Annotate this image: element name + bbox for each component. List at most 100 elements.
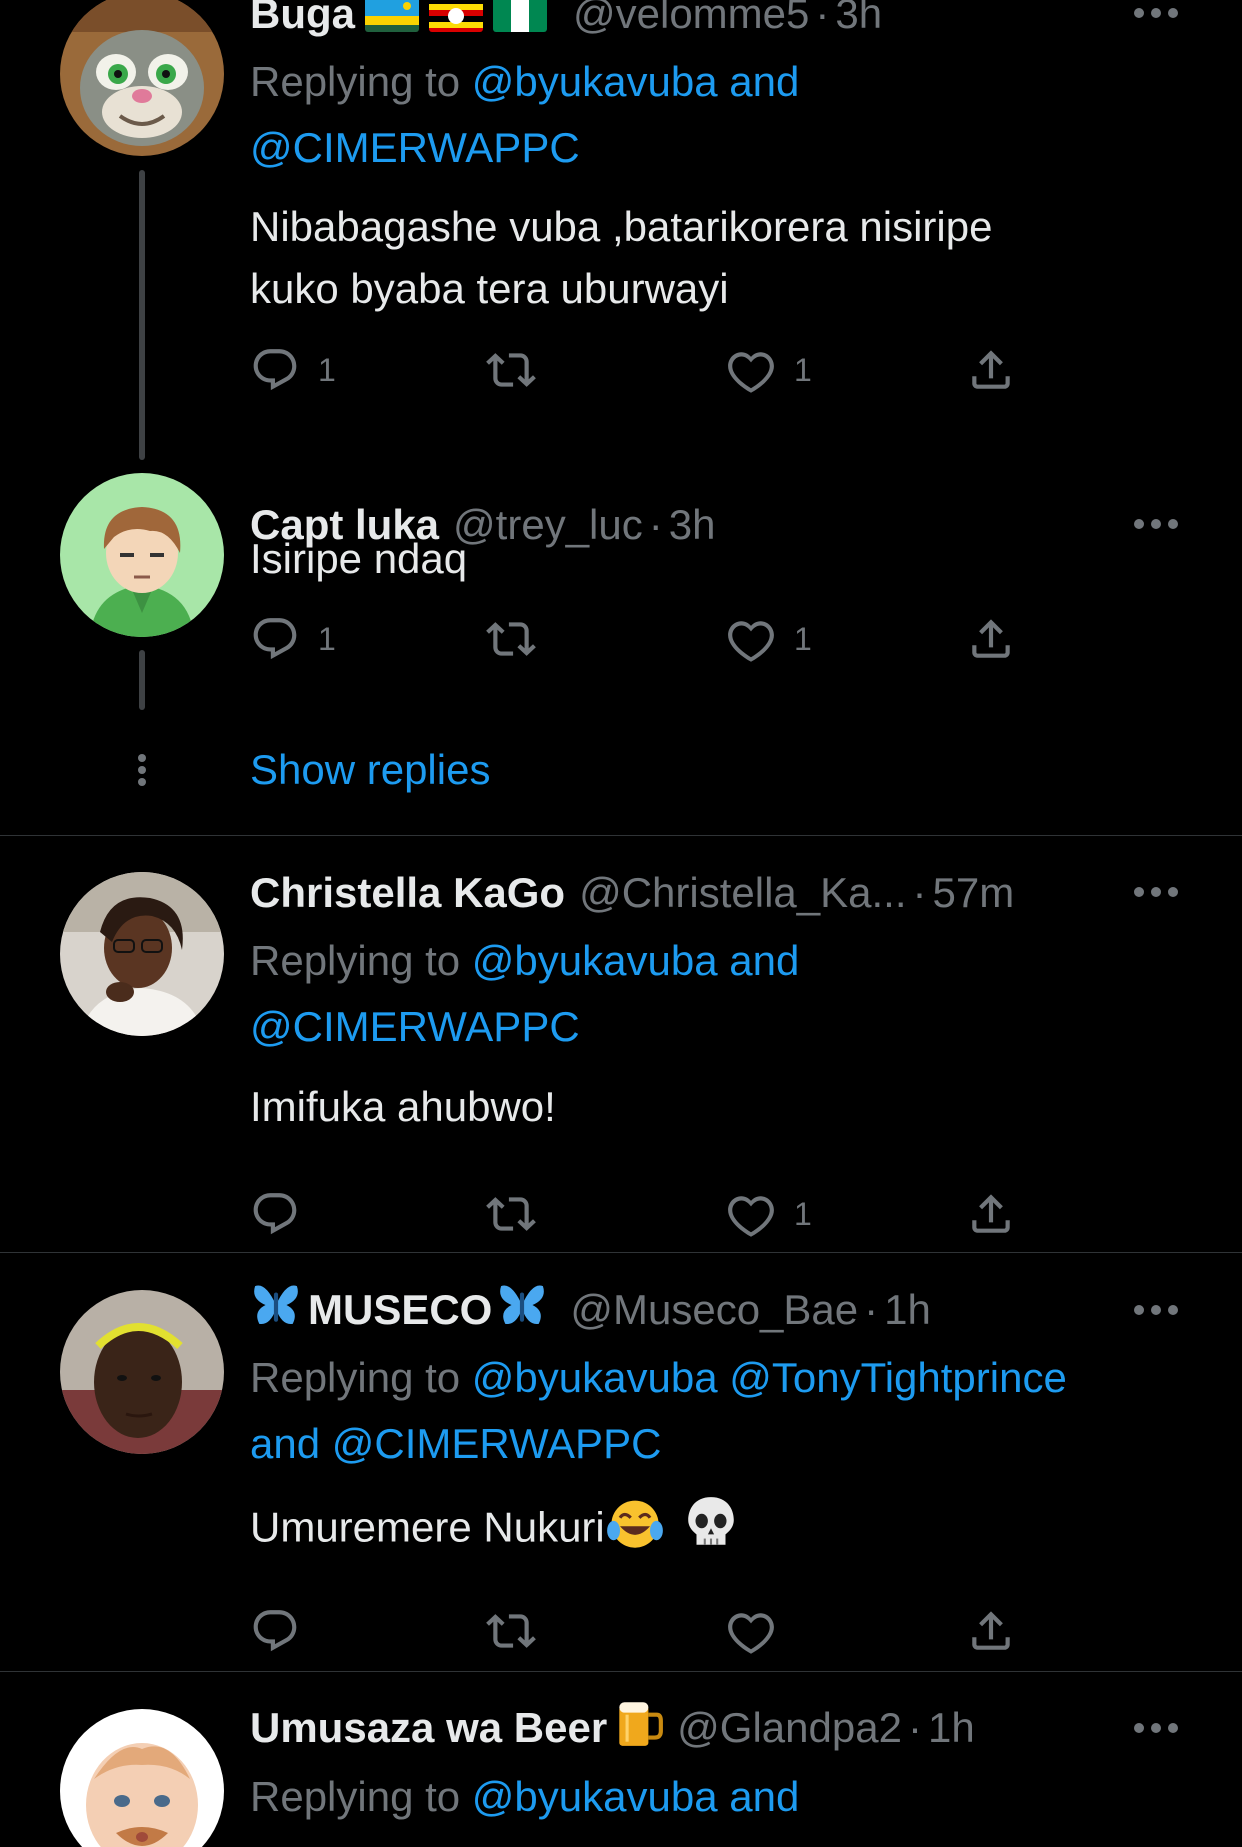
share-button[interactable] <box>966 611 1016 667</box>
avatar[interactable] <box>60 872 224 1036</box>
reply-button[interactable] <box>250 1603 300 1659</box>
display-name[interactable]: Buga <box>250 0 355 38</box>
reply-icon <box>250 345 300 395</box>
woman-photo-avatar-icon <box>60 872 224 1036</box>
thread-line <box>139 650 145 710</box>
talking-tom-avatar-icon <box>60 0 224 156</box>
avatar[interactable] <box>60 0 224 156</box>
user-handle[interactable]: @Christella_Ka... <box>579 869 906 917</box>
tweet-text: Nibabagashe vuba ,batarikorera nisiripe … <box>250 196 1150 320</box>
heart-icon <box>726 1189 776 1239</box>
dot-separator: · <box>907 1704 922 1751</box>
uganda-flag-icon <box>429 0 483 32</box>
avatar[interactable] <box>60 1290 224 1454</box>
reply-count: 1 <box>318 620 336 657</box>
timestamp[interactable]: 3h <box>835 0 882 38</box>
show-replies-link[interactable]: Show replies <box>250 742 490 798</box>
retweet-button[interactable] <box>486 611 536 667</box>
baby-avatar-icon <box>60 1709 224 1847</box>
retweet-button[interactable] <box>486 342 536 398</box>
display-name[interactable]: Christella KaGo <box>250 869 565 917</box>
retweet-button[interactable] <box>486 1186 536 1242</box>
skull-emoji-icon <box>684 1493 738 1568</box>
like-count: 1 <box>794 620 812 657</box>
dot-separator: · <box>912 869 927 916</box>
tweet-header: Christella KaGo @Christella_Ka... · 57m <box>250 863 1014 923</box>
tweet-capt-luka[interactable]: Capt luka @trey_luc · 3h Isiripe ndaq 1 … <box>0 470 1242 840</box>
more-options-icon[interactable] <box>1134 8 1178 20</box>
more-options-icon[interactable] <box>1134 1305 1178 1317</box>
replying-link[interactable]: @byukavuba and <box>472 58 800 105</box>
avatar[interactable] <box>60 1709 224 1847</box>
like-count: 1 <box>794 351 812 388</box>
share-icon <box>966 345 1016 395</box>
user-handle[interactable]: @Glandpa2 <box>677 1704 902 1752</box>
timestamp[interactable]: 1h <box>884 1286 931 1334</box>
replying-link[interactable]: @CIMERWAPPC <box>250 1003 580 1050</box>
rwanda-flag-icon <box>365 0 419 32</box>
tweet-umusaza[interactable]: Umusaza wa Beer @Glandpa2 · 1h Replying … <box>0 1672 1242 1847</box>
retweet-icon <box>486 1606 536 1656</box>
thread-line <box>139 170 145 460</box>
reply-button[interactable] <box>250 1186 300 1242</box>
reply-icon <box>250 614 300 664</box>
tweet-actions: 1 1 <box>250 342 1030 398</box>
like-button[interactable]: 1 <box>726 1186 812 1242</box>
nigeria-flag-icon <box>493 0 547 32</box>
share-button[interactable] <box>966 342 1016 398</box>
heart-icon <box>726 614 776 664</box>
more-options-icon[interactable] <box>1134 1723 1178 1735</box>
replying-link[interactable]: @byukavuba @TonyTightprince <box>472 1354 1067 1401</box>
display-name[interactable]: MUSECO <box>308 1286 492 1334</box>
replying-link[interactable]: @CIMERWAPPC <box>250 124 580 171</box>
woman-selfie-avatar-icon <box>60 1290 224 1454</box>
heart-icon <box>726 1606 776 1656</box>
replying-to: Replying to @byukavuba and @CIMERWAPPC <box>250 928 1210 1060</box>
tweet-actions <box>250 1603 1030 1659</box>
replying-to: Replying to @byukavuba @TonyTightprince … <box>250 1345 1210 1477</box>
tweet-actions: 1 <box>250 1186 1030 1242</box>
tweet-text-line: Nibabagashe vuba ,batarikorera nisiripe <box>250 203 993 250</box>
display-name[interactable]: Umusaza wa Beer <box>250 1704 607 1752</box>
vertical-dots-icon <box>138 754 146 786</box>
tweet-text: Umuremere Nukuri <box>250 1493 1150 1568</box>
heart-icon <box>726 345 776 395</box>
like-count: 1 <box>794 1195 812 1232</box>
retweet-icon <box>486 614 536 664</box>
tweet-christella[interactable]: Christella KaGo @Christella_Ka... · 57m … <box>0 836 1242 1252</box>
tweet-text-line: kuko byaba tera uburwayi <box>250 265 729 312</box>
dot-separator: · <box>815 0 830 37</box>
replying-link[interactable]: @byukavuba and <box>472 1773 800 1820</box>
share-icon <box>966 1189 1016 1239</box>
retweet-button[interactable] <box>486 1603 536 1659</box>
reply-button[interactable]: 1 <box>250 342 336 398</box>
laughing-tears-emoji-icon <box>605 1494 665 1567</box>
more-options-icon[interactable] <box>1134 887 1178 899</box>
replying-link[interactable]: and @CIMERWAPPC <box>250 1420 661 1467</box>
replying-to: Replying to @byukavuba and @CIMERWAPPC <box>250 49 1210 181</box>
replying-prefix: Replying to <box>250 1773 461 1820</box>
replying-link[interactable]: @byukavuba and <box>472 937 800 984</box>
reply-icon <box>250 1189 300 1239</box>
tweet-museco[interactable]: MUSECO @Museco_Bae · 1h Replying to @byu… <box>0 1253 1242 1671</box>
like-button[interactable]: 1 <box>726 611 812 667</box>
like-button[interactable]: 1 <box>726 342 812 398</box>
tweet-header: MUSECO @Museco_Bae · 1h <box>250 1280 931 1340</box>
avatar[interactable] <box>60 473 224 637</box>
tweet-buga[interactable]: Buga @velomme5 · 3h Replying to @byukavu… <box>0 0 1242 470</box>
tweet-header: Umusaza wa Beer @Glandpa2 · 1h <box>250 1698 975 1758</box>
share-button[interactable] <box>966 1186 1016 1242</box>
user-handle[interactable]: @velomme5 <box>573 0 809 38</box>
reply-button[interactable]: 1 <box>250 611 336 667</box>
like-button[interactable] <box>726 1603 776 1659</box>
reply-count: 1 <box>318 351 336 388</box>
timestamp[interactable]: 1h <box>928 1704 975 1752</box>
cartoon-boy-avatar-icon <box>60 473 224 637</box>
replying-prefix: Replying to <box>250 937 461 984</box>
user-handle[interactable]: @Museco_Bae <box>570 1286 858 1334</box>
tweet-text: Imifuka ahubwo! <box>250 1083 556 1130</box>
reply-icon <box>250 1606 300 1656</box>
retweet-icon <box>486 1189 536 1239</box>
timestamp[interactable]: 57m <box>933 869 1015 917</box>
share-button[interactable] <box>966 1603 1016 1659</box>
